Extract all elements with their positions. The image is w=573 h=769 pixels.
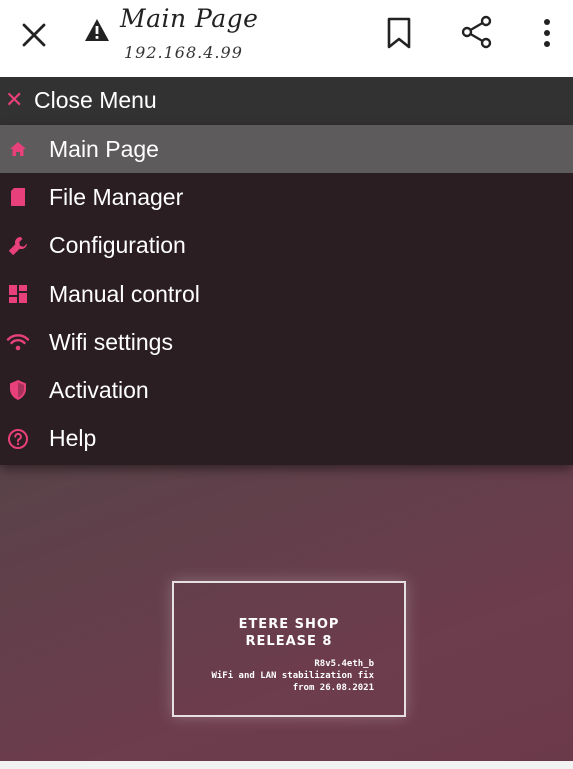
close-menu-label: Close Menu: [34, 87, 157, 113]
menu-item-label: Wifi settings: [49, 328, 173, 355]
wifi-icon: [6, 334, 30, 351]
home-icon: [10, 142, 26, 156]
release-date: from 26.08.2021: [292, 683, 374, 693]
share-icon[interactable]: [459, 14, 495, 50]
menu-item-label: Main Page: [49, 135, 159, 162]
menu-item-label: Manual control: [49, 280, 200, 307]
menu-item-manual-control[interactable]: Manual control: [0, 270, 573, 318]
close-menu-icon: ✕: [5, 88, 24, 113]
menu-item-file-manager[interactable]: File Manager: [0, 173, 573, 221]
help-icon: [8, 428, 28, 449]
menu-item-main-page[interactable]: Main Page: [0, 125, 573, 174]
menu-item-wifi-settings[interactable]: Wifi settings: [0, 318, 573, 366]
side-menu: Main Page File Manager Configuration Man…: [0, 125, 573, 465]
menu-item-label: File Manager: [49, 183, 184, 210]
menu-item-configuration[interactable]: Configuration: [0, 222, 573, 270]
release-subtitle: RELEASE 8: [245, 634, 333, 649]
release-info-box: ETERE SHOP RELEASE 8 R8v5.4eth_b WiFi an…: [172, 581, 406, 717]
shield-icon: [10, 380, 26, 401]
close-icon[interactable]: [17, 18, 51, 52]
release-title: ETERE SHOP: [238, 617, 340, 632]
wrench-icon: [8, 236, 28, 255]
page-title[interactable]: Main Page: [120, 4, 258, 33]
sd-card-icon: [11, 188, 25, 207]
more-icon[interactable]: [537, 15, 557, 51]
browser-toolbar: Main Page 192.168.4.99: [0, 0, 573, 77]
release-note: WiFi and LAN stabilization fix: [211, 671, 374, 681]
dashboard-icon: [9, 284, 27, 303]
release-version: R8v5.4eth_b: [314, 659, 374, 669]
warning-icon[interactable]: [83, 16, 111, 44]
url-text[interactable]: 192.168.4.99: [124, 43, 243, 62]
menu-item-label: Configuration: [49, 232, 186, 259]
menu-item-label: Help: [49, 425, 97, 452]
menu-item-activation[interactable]: Activation: [0, 366, 573, 414]
close-menu-button[interactable]: ✕ Close Menu: [0, 77, 573, 125]
menu-item-label: Activation: [49, 377, 149, 404]
menu-item-help[interactable]: Help: [0, 415, 573, 463]
bookmark-icon[interactable]: [384, 16, 414, 50]
